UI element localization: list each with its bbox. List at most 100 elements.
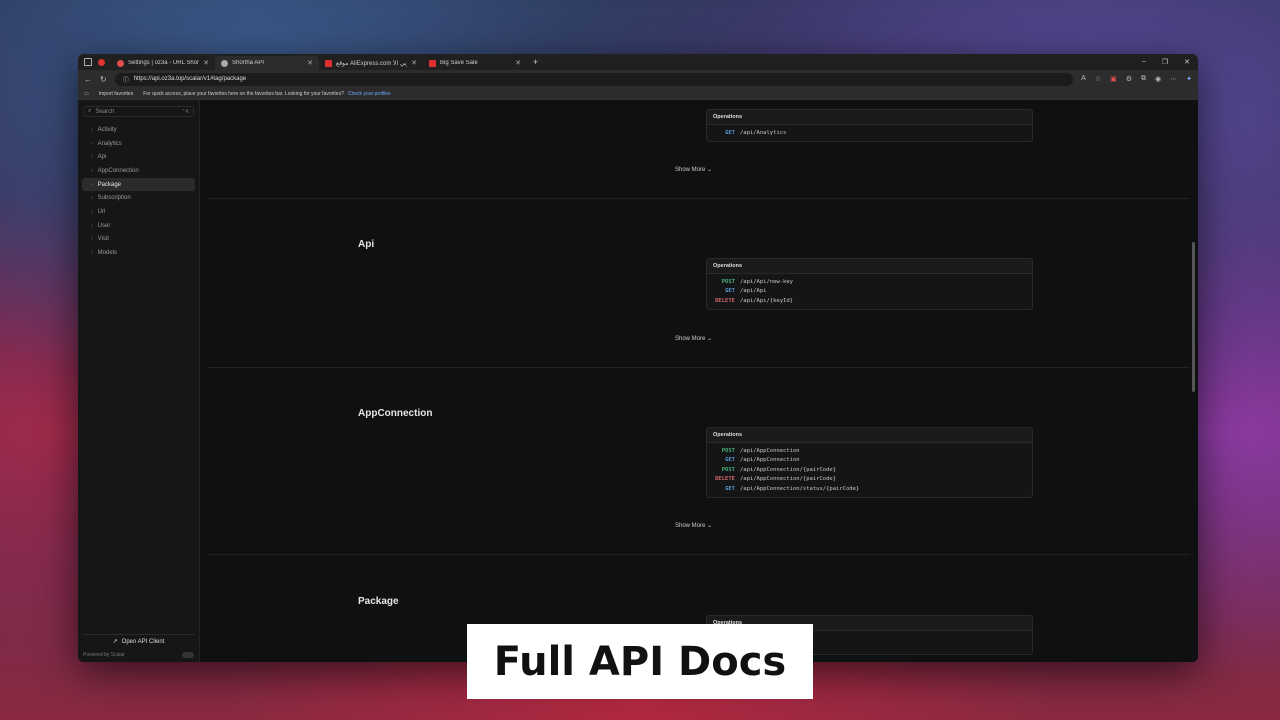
sidebar-item-user[interactable]: › User xyxy=(82,219,195,233)
show-more-button[interactable]: Show More ⌄ xyxy=(675,522,712,529)
http-method: POST xyxy=(721,278,735,285)
chevron-right-icon: › xyxy=(91,250,93,257)
profile-icon[interactable]: ◉ xyxy=(1155,75,1161,83)
url-text: https://api.oz3a.top/scalar/v1#tag/packa… xyxy=(133,76,247,82)
import-favorites-link[interactable]: Import favorites xyxy=(99,91,133,97)
sidebar-item-label: User xyxy=(97,222,111,229)
tab-settings[interactable]: Settings | oz3a - URL Shortening ✕ xyxy=(111,56,215,70)
operation-row[interactable]: POST/api/Api/new-key xyxy=(707,277,1032,287)
sidebar-item-subscription[interactable]: › Subscription xyxy=(82,191,195,205)
powered-by-label[interactable]: Powered by Scalar xyxy=(83,652,125,658)
operations-card: Operations POST/api/AppConnection GET/ap… xyxy=(706,427,1033,498)
chevron-right-icon: › xyxy=(91,208,93,215)
record-icon[interactable] xyxy=(98,58,105,66)
operation-row[interactable]: GET/api/Analytics xyxy=(707,128,1032,138)
chevron-right-icon: › xyxy=(91,140,93,147)
copilot-icon[interactable]: ✦ xyxy=(1186,75,1192,83)
search-input[interactable]: ⌕ Search ⌃K xyxy=(83,106,194,117)
sidebar-item-analytics[interactable]: › Analytics xyxy=(82,137,195,151)
sidebar-item-label: Api xyxy=(97,154,107,161)
favorite-star-icon[interactable]: ☆ xyxy=(1095,75,1101,83)
sidebar-item-models[interactable]: › Models xyxy=(82,246,195,260)
sidebar-item-api[interactable]: › Api xyxy=(82,150,195,164)
settings-icon[interactable]: ⚙ xyxy=(1126,75,1132,83)
sidebar-item-label: Models xyxy=(97,250,118,257)
refresh-icon[interactable]: ↻ xyxy=(100,75,107,84)
show-more-button[interactable]: Show More ⌄ xyxy=(675,335,712,342)
tab-actions-icon[interactable] xyxy=(84,58,92,66)
tab-close-icon[interactable]: ✕ xyxy=(203,59,209,67)
aliexpress-icon xyxy=(429,59,436,67)
tab-shortha-api[interactable]: Shortha API ✕ xyxy=(215,56,319,70)
section-title: AppConnection xyxy=(358,408,433,419)
search-shortcut: ⌃K xyxy=(181,108,189,115)
page-content: ⌕ Search ⌃K › Activity › Analytics › Api › A… xyxy=(78,100,1198,662)
extension-icon[interactable]: ▣ xyxy=(1110,75,1117,83)
address-bar: ← ↻ ⓘ https://api.oz3a.top/scalar/v1#tag… xyxy=(78,70,1198,88)
read-aloud-icon[interactable]: A xyxy=(1081,75,1086,83)
chevron-right-icon: › xyxy=(91,167,93,174)
check-profiles-link[interactable]: Check your profiles xyxy=(348,91,391,97)
http-method: GET xyxy=(725,288,735,295)
operation-path: /api/AppConnection/{pairCode} xyxy=(740,466,837,473)
http-method: GET xyxy=(725,457,735,464)
section-title: Api xyxy=(358,239,375,250)
aliexpress-icon xyxy=(325,59,332,67)
search-icon: ⌕ xyxy=(88,108,92,114)
chevron-down-icon: ⌄ xyxy=(707,523,713,529)
tab-close-icon[interactable]: ✕ xyxy=(411,59,417,67)
tab-title: Big Save Sale xyxy=(440,60,478,66)
operation-row[interactable]: GET/api/AppConnection xyxy=(707,456,1032,466)
operation-row[interactable]: DELETE/api/Api/{keyId} xyxy=(707,296,1032,306)
operation-row[interactable]: POST/api/AppConnection xyxy=(707,446,1032,456)
operation-path: /api/Api xyxy=(740,288,767,295)
sidebar-item-label: Activity xyxy=(97,126,117,133)
collections-icon[interactable]: ⧉ xyxy=(1141,75,1146,83)
more-icon[interactable]: ⋯ xyxy=(1170,75,1177,83)
operation-path: /api/AppConnection xyxy=(740,447,800,454)
tab-close-icon[interactable]: ✕ xyxy=(515,59,521,67)
sidebar-item-label: Package xyxy=(97,181,122,188)
http-method: DELETE xyxy=(715,297,735,304)
scrollbar[interactable] xyxy=(1192,102,1196,660)
tab-title: Settings | oz3a - URL Shortening xyxy=(128,60,200,66)
show-more-label: Show More xyxy=(675,336,706,342)
import-favorites-icon[interactable]: ▭ xyxy=(84,91,89,97)
tab-aliexpress[interactable]: موقع AliExpress.com العربي الأ... ✕ xyxy=(319,56,423,70)
scrollbar-thumb[interactable] xyxy=(1192,242,1195,392)
new-tab-button[interactable]: + xyxy=(527,57,544,67)
tab-big-save-sale[interactable]: Big Save Sale ✕ xyxy=(423,56,527,70)
sidebar-item-appconnection[interactable]: › AppConnection xyxy=(82,164,195,178)
restore-icon[interactable]: ❐ xyxy=(1162,58,1168,66)
close-icon[interactable]: ✕ xyxy=(1184,58,1190,66)
url-field[interactable]: ⓘ https://api.oz3a.top/scalar/v1#tag/pac… xyxy=(114,72,1074,86)
sidebar: ⌕ Search ⌃K › Activity › Analytics › Api › A… xyxy=(78,100,200,662)
sidebar-item-label: Url xyxy=(97,208,106,215)
tab-close-icon[interactable]: ✕ xyxy=(307,59,313,67)
http-method: GET xyxy=(725,485,735,492)
sidebar-item-package[interactable]: › Package xyxy=(82,177,195,192)
operation-path: /api/AppConnection/{pairCode} xyxy=(740,476,837,483)
search-placeholder: Search xyxy=(95,108,115,115)
operation-row[interactable]: GET/api/AppConnection/status/{pairCode} xyxy=(707,484,1032,494)
dark-mode-toggle[interactable] xyxy=(182,652,194,658)
minimize-icon[interactable]: – xyxy=(1142,58,1146,66)
sidebar-item-activity[interactable]: › Activity xyxy=(82,123,195,137)
operation-row[interactable]: DELETE/api/AppConnection/{pairCode} xyxy=(707,475,1032,485)
show-more-button[interactable]: Show More ⌄ xyxy=(675,166,712,173)
globe-icon xyxy=(221,59,228,67)
back-icon[interactable]: ← xyxy=(84,75,92,84)
open-api-client-button[interactable]: ↗ Open API Client xyxy=(82,634,195,648)
sidebar-item-label: AppConnection xyxy=(97,167,139,174)
tab-title: موقع AliExpress.com العربي الأ... xyxy=(336,60,407,67)
section-divider xyxy=(208,367,1190,368)
site-info-icon[interactable]: ⓘ xyxy=(123,75,129,84)
operations-header: Operations xyxy=(707,110,1032,125)
http-method: POST xyxy=(721,447,735,454)
sidebar-item-visit[interactable]: › Visit xyxy=(82,233,195,247)
operation-row[interactable]: GET/api/Api xyxy=(707,287,1032,297)
chevron-down-icon: ⌄ xyxy=(707,336,713,342)
sidebar-item-url[interactable]: › Url xyxy=(82,205,195,219)
browser-window: Settings | oz3a - URL Shortening ✕ Short… xyxy=(78,54,1198,662)
operation-row[interactable]: POST/api/AppConnection/{pairCode} xyxy=(707,465,1032,475)
